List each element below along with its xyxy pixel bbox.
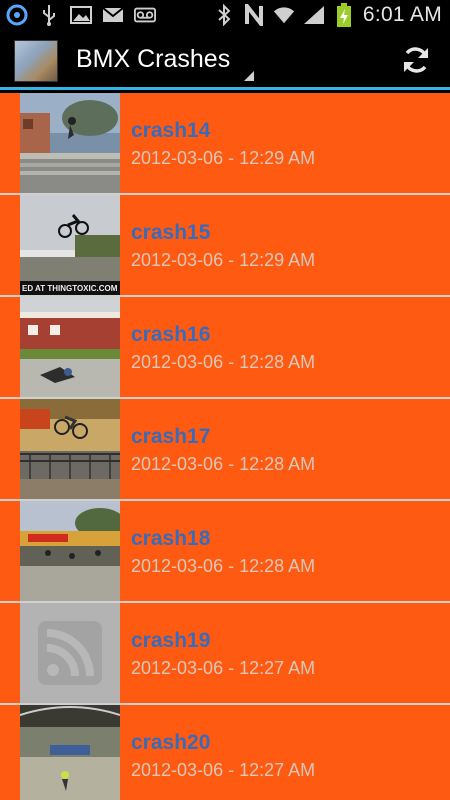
voicemail-icon [134, 4, 156, 26]
app-title: BMX Crashes [76, 45, 231, 73]
bluetooth-icon [213, 4, 235, 26]
rss-placeholder-icon [20, 603, 120, 703]
status-bar-system: 6:01 AM [213, 3, 442, 27]
refresh-icon [404, 47, 428, 73]
item-title: crash19 [131, 629, 211, 652]
list-item[interactable]: crash14 2012-03-06 - 12:29 AM [0, 93, 450, 195]
item-date: 2012-03-06 - 12:27 AM [131, 658, 316, 678]
title-spinner[interactable]: BMX Crashes [76, 32, 258, 87]
notification-app-icon [6, 4, 28, 26]
item-title: crash15 [131, 221, 211, 244]
status-bar-time: 6:01 AM [362, 3, 442, 26]
list-item[interactable]: ED AT THINGTOXIC.COM crash15 2012-03-06 … [0, 195, 450, 297]
list-item[interactable]: crash20 2012-03-06 - 12:27 AM [0, 705, 450, 800]
app-icon[interactable] [14, 40, 58, 82]
thumb-caption: ED AT THINGTOXIC.COM [22, 284, 118, 293]
video-thumbnail [20, 93, 120, 193]
video-thumbnail [20, 603, 120, 703]
spinner-caret-icon [244, 71, 255, 81]
item-date: 2012-03-06 - 12:28 AM [131, 454, 316, 474]
list-item[interactable]: crash16 2012-03-06 - 12:28 AM [0, 297, 450, 399]
list-item[interactable]: crash17 2012-03-06 - 12:28 AM [0, 399, 450, 501]
battery-charging-icon [333, 3, 355, 27]
item-title: crash17 [131, 425, 211, 448]
signal-icon [303, 4, 325, 26]
item-title: crash14 [131, 119, 211, 142]
status-bar: 6:01 AM [0, 0, 450, 32]
wifi-icon [273, 4, 295, 26]
video-thumbnail [20, 297, 120, 397]
list-item[interactable]: crash19 2012-03-06 - 12:27 AM [0, 603, 450, 705]
status-bar-notifications [6, 4, 156, 26]
video-thumbnail [20, 399, 120, 499]
item-date: 2012-03-06 - 12:28 AM [131, 556, 316, 576]
item-date: 2012-03-06 - 12:29 AM [131, 250, 316, 270]
item-date: 2012-03-06 - 12:28 AM [131, 352, 316, 372]
item-title: crash16 [131, 323, 211, 346]
video-thumbnail [20, 705, 120, 800]
list-item[interactable]: crash18 2012-03-06 - 12:28 AM [0, 501, 450, 603]
video-thumbnail [20, 501, 120, 601]
video-thumbnail: ED AT THINGTOXIC.COM [20, 195, 120, 295]
image-icon [70, 4, 92, 26]
item-date: 2012-03-06 - 12:29 AM [131, 148, 316, 168]
item-title: crash20 [131, 731, 211, 754]
gmail-icon [102, 4, 124, 26]
nfc-icon [243, 4, 265, 26]
action-bar: BMX Crashes [0, 32, 450, 90]
item-title: crash18 [131, 527, 211, 550]
video-list[interactable]: crash14 2012-03-06 - 12:29 AM ED AT THIN… [0, 93, 450, 800]
refresh-button[interactable] [400, 44, 432, 76]
usb-icon [38, 4, 60, 26]
item-date: 2012-03-06 - 12:27 AM [131, 760, 316, 780]
